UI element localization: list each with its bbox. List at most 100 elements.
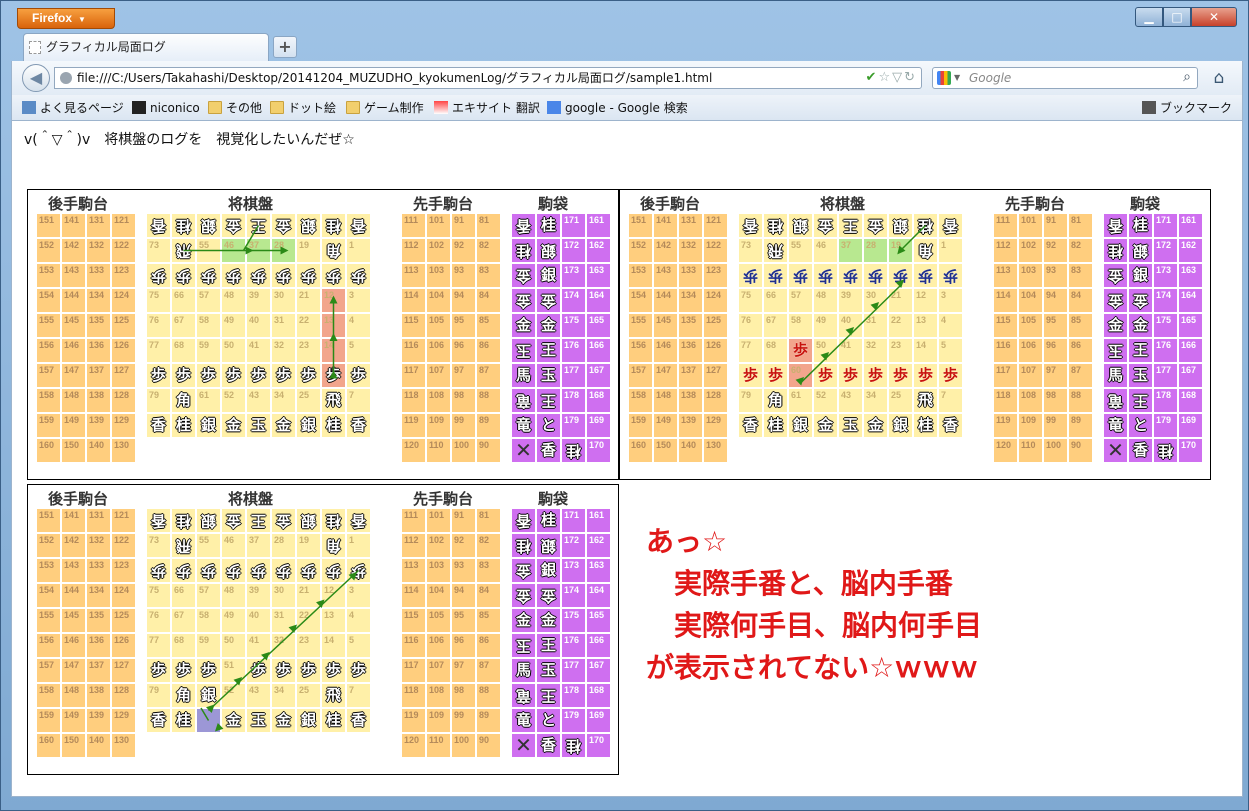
board-cell[interactable]: 67 (172, 314, 195, 337)
board-cell[interactable]: 7 (939, 389, 962, 412)
board-cell[interactable]: 金 (864, 214, 887, 237)
bag-cell[interactable]: 桂 (562, 439, 585, 462)
board-cell[interactable]: 桂 (172, 414, 195, 437)
board-cell[interactable]: 41 (839, 339, 862, 362)
board-cell[interactable]: 75 (739, 289, 762, 312)
board-cell[interactable]: 銀 (789, 214, 812, 237)
bag-cell[interactable]: 玉 (1129, 364, 1152, 387)
bag-cell[interactable]: 香 (1129, 439, 1152, 462)
board-cell[interactable]: 32 (864, 339, 887, 362)
board-cell[interactable]: 歩 (789, 264, 812, 287)
bag-cell[interactable]: 竜 (512, 414, 535, 437)
board-cell[interactable]: 61 (197, 389, 220, 412)
bag-cell[interactable]: 金 (512, 559, 535, 582)
board-cell[interactable]: 香 (347, 709, 370, 732)
board-cell[interactable]: 歩 (197, 364, 220, 387)
board-cell[interactable]: 銀 (197, 214, 220, 237)
board-cell[interactable]: 王 (247, 214, 270, 237)
bookmark-dot-art[interactable]: ドット絵 (270, 100, 336, 116)
board-cell[interactable]: 歩 (297, 659, 320, 682)
board-cell[interactable]: 桂 (914, 214, 937, 237)
board-cell[interactable]: 14 (914, 339, 937, 362)
bag-cell[interactable]: 竜 (512, 684, 535, 707)
board-cell[interactable]: 55 (197, 534, 220, 557)
board-cell[interactable]: 歩 (147, 559, 170, 582)
board-cell[interactable]: 角 (914, 239, 937, 262)
bag-cell[interactable]: ✕ (512, 439, 535, 462)
board-cell[interactable]: 金 (272, 214, 295, 237)
board-cell[interactable]: 76 (739, 314, 762, 337)
board-cell[interactable]: 58 (197, 314, 220, 337)
board-cell[interactable]: 22 (297, 609, 320, 632)
board-cell[interactable]: 歩 (222, 364, 245, 387)
board-cell[interactable]: 銀 (889, 214, 912, 237)
board-cell[interactable]: 香 (347, 214, 370, 237)
board-cell[interactable]: 3 (939, 289, 962, 312)
bag-cell[interactable]: 金 (537, 584, 560, 607)
board-cell[interactable]: 香 (147, 509, 170, 532)
bag-cell[interactable]: 竜 (1104, 414, 1127, 437)
board-cell[interactable]: 77 (739, 339, 762, 362)
board-cell[interactable]: 30 (272, 584, 295, 607)
board-cell[interactable]: 79 (147, 684, 170, 707)
board-cell[interactable]: 歩 (247, 659, 270, 682)
board-cell[interactable]: 玉 (839, 414, 862, 437)
board-cell[interactable]: 43 (839, 389, 862, 412)
board-cell[interactable]: 香 (147, 414, 170, 437)
board-cell[interactable]: 銀 (297, 709, 320, 732)
board-cell[interactable]: 77 (147, 339, 170, 362)
board-cell[interactable]: 歩 (172, 364, 195, 387)
bag-cell[interactable]: と (1129, 414, 1152, 437)
bag-cell[interactable]: 桂 (1104, 239, 1127, 262)
board-cell[interactable]: 飛 (172, 534, 195, 557)
board-cell[interactable]: 飛 (322, 389, 345, 412)
board-cell[interactable]: 43 (247, 684, 270, 707)
board-cell[interactable]: 61 (789, 389, 812, 412)
board-cell[interactable]: 銀 (789, 414, 812, 437)
board-cell[interactable]: 香 (347, 509, 370, 532)
board-cell[interactable]: 34 (864, 389, 887, 412)
board-cell[interactable]: 歩 (914, 264, 937, 287)
board-cell[interactable]: 32 (272, 339, 295, 362)
board-cell[interactable]: 歩 (789, 339, 812, 362)
board-cell[interactable]: 28 (864, 239, 887, 262)
board-cell[interactable]: 歩 (347, 559, 370, 582)
board-cell[interactable]: 香 (347, 414, 370, 437)
board-cell[interactable]: 23 (297, 634, 320, 657)
bookmark-frequent[interactable]: よく見るページ (22, 100, 124, 116)
board-cell[interactable] (197, 709, 220, 732)
board-cell[interactable]: 歩 (297, 364, 320, 387)
board-cell[interactable]: 桂 (172, 509, 195, 532)
board-cell[interactable]: 31 (272, 314, 295, 337)
bag-cell[interactable]: 金 (512, 314, 535, 337)
search-icon[interactable]: ⌕ (1183, 67, 1191, 87)
board-cell[interactable]: 59 (197, 339, 220, 362)
board-cell[interactable]: 73 (147, 534, 170, 557)
bag-cell[interactable]: 金 (1104, 314, 1127, 337)
board-cell[interactable]: 52 (222, 389, 245, 412)
board-cell[interactable]: 歩 (297, 264, 320, 287)
bag-cell[interactable]: 170 (1179, 439, 1202, 462)
bag-cell[interactable]: 桂 (537, 509, 560, 532)
board-cell[interactable]: 歩 (322, 264, 345, 287)
board-cell[interactable]: 79 (739, 389, 762, 412)
dropdown-icon[interactable]: ▽ (892, 70, 904, 85)
board-cell[interactable]: 31 (864, 314, 887, 337)
board-cell[interactable]: 歩 (347, 364, 370, 387)
board-cell[interactable]: 桂 (764, 414, 787, 437)
board-cell[interactable]: 22 (889, 314, 912, 337)
board-cell[interactable]: 玉 (247, 414, 270, 437)
bag-cell[interactable]: 桂 (1154, 439, 1177, 462)
board-cell[interactable]: 79 (147, 389, 170, 412)
board-cell[interactable]: 金 (814, 414, 837, 437)
board-cell[interactable]: 桂 (172, 214, 195, 237)
board-cell[interactable]: 歩 (864, 364, 887, 387)
board-cell[interactable]: 歩 (272, 264, 295, 287)
board-cell[interactable]: 32 (272, 634, 295, 657)
board-cell[interactable]: 角 (172, 389, 195, 412)
board-cell[interactable]: 角 (764, 389, 787, 412)
board-cell[interactable]: 39 (247, 289, 270, 312)
board-cell[interactable]: 68 (764, 339, 787, 362)
board-cell[interactable]: 桂 (914, 414, 937, 437)
board-cell[interactable]: 7 (347, 684, 370, 707)
